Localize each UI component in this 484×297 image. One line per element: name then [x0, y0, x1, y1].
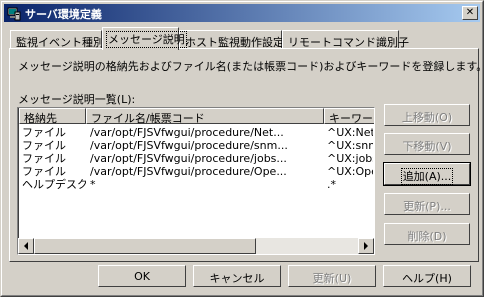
message-description-list[interactable]: 格納先 ファイル名/帳票コード キーワード ファイル /var/opt/FJSV…	[17, 107, 375, 255]
cell-storage: ファイル	[22, 165, 66, 178]
tab-host-monitor-settings[interactable]: ホスト監視動作設定	[179, 30, 284, 50]
list-label: メッセージ説明一覧(L):	[18, 93, 136, 106]
cell-keyword: ^UX:NetW...	[327, 126, 373, 139]
window-title: サーバ環境定義	[25, 8, 102, 21]
scroll-thumb[interactable]	[34, 238, 256, 254]
cell-keyword: ^UX:jobsc...	[327, 152, 373, 165]
arrow-left-icon	[24, 242, 28, 250]
delete-button[interactable]: 削除(D)	[384, 223, 470, 245]
description-text: メッセージ説明の格納先およびファイル名(または帳票コード)およびキーワードを登録…	[18, 60, 484, 73]
help-button[interactable]: ヘルプ(H)	[383, 265, 471, 287]
table-row[interactable]: ファイル /var/opt/FJSVfwgui/procedure/Ope...…	[18, 165, 374, 178]
cell-keyword: .*	[327, 178, 336, 191]
tab-message-description[interactable]: メッセージ説明	[102, 27, 187, 50]
column-header-storage[interactable]: 格納先	[19, 108, 86, 124]
close-icon: ✕	[465, 7, 475, 18]
cell-keyword: ^UX:snmp...	[327, 139, 373, 152]
column-header-filename[interactable]: ファイル名/帳票コード	[86, 108, 324, 124]
update-entry-button[interactable]: 更新(P)...	[384, 193, 470, 215]
table-row[interactable]: ヘルプデスク * .*	[18, 178, 374, 191]
cell-storage: ファイル	[22, 152, 66, 165]
move-up-button[interactable]: 上移動(O)	[384, 104, 470, 126]
cell-filename: /var/opt/FJSVfwgui/procedure/jobs...	[90, 152, 287, 165]
cell-filename: /var/opt/FJSVfwgui/procedure/Net...	[90, 126, 284, 139]
column-header-keyword[interactable]: キーワード	[324, 108, 374, 124]
tab-remote-command-id[interactable]: リモートコマンド識別子	[282, 30, 409, 50]
add-button[interactable]: 追加(A)...	[383, 162, 471, 186]
table-row[interactable]: ファイル /var/opt/FJSVfwgui/procedure/Net...…	[18, 126, 374, 139]
cell-filename: /var/opt/FJSVfwgui/procedure/Ope...	[90, 165, 287, 178]
tab-monitor-event-type[interactable]: 監視イベント種別	[10, 30, 104, 50]
cell-filename: *	[90, 178, 96, 191]
cell-filename: /var/opt/FJSVfwgui/procedure/snm...	[90, 139, 288, 152]
table-row[interactable]: ファイル /var/opt/FJSVfwgui/procedure/snm...…	[18, 139, 374, 152]
close-button[interactable]: ✕	[462, 6, 478, 20]
dialog-window: サーバ環境定義 ✕ 監視イベント種別 メッセージ説明 ホスト監視動作設定 リモー…	[0, 0, 484, 297]
scroll-left-button[interactable]	[18, 238, 34, 254]
arrow-right-icon	[364, 242, 368, 250]
horizontal-scrollbar[interactable]	[18, 238, 374, 254]
title-bar[interactable]: サーバ環境定義 ✕	[4, 4, 480, 22]
table-row[interactable]: ファイル /var/opt/FJSVfwgui/procedure/jobs..…	[18, 152, 374, 165]
server-icon	[7, 7, 21, 21]
cell-storage: ファイル	[22, 126, 66, 139]
cell-storage: ヘルプデスク	[22, 178, 86, 191]
cell-storage: ファイル	[22, 139, 66, 152]
update-button[interactable]: 更新(U)	[288, 265, 376, 287]
cancel-button[interactable]: キャンセル	[193, 265, 281, 287]
move-down-button[interactable]: 下移動(V)	[384, 133, 470, 155]
ok-button[interactable]: OK	[98, 265, 186, 287]
scroll-right-button[interactable]	[358, 238, 374, 254]
tab-label: メッセージ説明	[106, 31, 187, 48]
cell-keyword: ^UX:Open...	[327, 165, 373, 178]
